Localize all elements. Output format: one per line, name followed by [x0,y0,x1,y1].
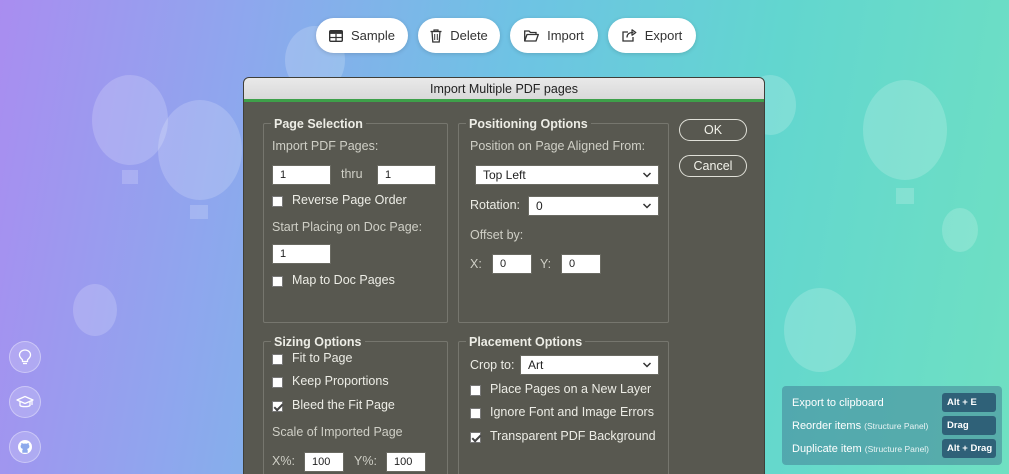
crop-to-label: Crop to: [470,358,515,372]
fit-to-page-label: Fit to Page [292,351,353,365]
transparent-bg-checkbox[interactable] [470,432,481,443]
map-doc-pages-checkbox[interactable] [272,276,283,287]
thru-label: thru [341,167,363,181]
ignore-errors-label: Ignore Font and Image Errors [490,405,654,419]
scale-x-label: X%: [272,454,295,468]
scale-x-input[interactable]: 100 [304,452,344,472]
sample-button[interactable]: Sample [316,18,408,53]
reverse-order-label: Reverse Page Order [292,193,407,207]
bleed-fit-page-label: Bleed the Fit Page [292,398,395,412]
sample-label: Sample [350,28,396,43]
offset-x-label: X: [470,257,482,271]
start-page-label: Start Placing on Doc Page: [272,220,423,234]
folder-open-icon [524,29,540,42]
offset-y-input[interactable]: 0 [561,254,601,274]
scale-label: Scale of Imported Page [272,425,403,439]
new-layer-checkbox[interactable] [470,385,481,396]
map-doc-pages-label: Map to Doc Pages [292,273,395,287]
rotation-select[interactable]: 0 [528,196,659,216]
new-layer-label: Place Pages on a New Layer [490,382,652,396]
tutorial-button[interactable] [9,386,41,418]
rotation-label: Rotation: [470,198,521,212]
tips-button[interactable] [9,341,41,373]
crop-select-value: Art [528,358,544,372]
transparent-bg-label: Transparent PDF Background [490,429,656,443]
import-pdf-dialog: Import Multiple PDF pages Page Selection… [243,77,765,474]
shortcuts-panel: Export to clipboard Alt + E Reorder item… [782,386,1002,465]
share-export-icon [622,29,637,42]
scale-y-input[interactable]: 100 [386,452,426,472]
shortcut-key: Alt + E [942,393,996,412]
shortcut-row: Reorder items (Structure Panel) Drag [792,414,996,437]
sizing-group: Sizing Options Fit to Page Keep Proporti… [263,335,448,474]
trash-icon [430,28,442,43]
table-icon [328,29,343,42]
cancel-button[interactable]: Cancel [679,155,747,177]
sizing-title: Sizing Options [271,335,365,349]
positioning-group: Positioning Options Position on Page Ali… [458,117,669,323]
rotation-select-value: 0 [536,199,543,213]
offset-y-label: Y: [540,257,552,271]
reverse-order-checkbox[interactable] [272,196,283,207]
page-selection-group: Page Selection Import PDF Pages: 1 thru … [263,117,448,323]
lightbulb-icon [18,349,32,365]
ok-button[interactable]: OK [679,119,747,141]
shortcut-key: Drag [942,416,996,435]
placement-title: Placement Options [466,335,586,349]
position-select-value: Top Left [483,168,526,182]
position-select[interactable]: Top Left [475,165,659,185]
shortcut-text: Duplicate item (Structure Panel) [792,442,930,455]
bleed-fit-page-checkbox[interactable] [272,401,283,412]
positioning-title: Positioning Options [466,117,591,131]
export-button[interactable]: Export [608,18,696,53]
from-page-input[interactable]: 1 [272,165,331,185]
chevron-down-icon [642,203,652,209]
dialog-title: Import Multiple PDF pages [244,78,764,102]
shortcut-text: Reorder items (Structure Panel) [792,419,929,432]
scale-y-label: Y%: [354,454,377,468]
fit-to-page-checkbox[interactable] [272,354,283,365]
page-selection-title: Page Selection [271,117,366,131]
keep-proportions-checkbox[interactable] [272,377,283,388]
import-button[interactable]: Import [510,18,598,53]
graduation-cap-icon [16,395,34,408]
chevron-down-icon [642,172,652,178]
start-page-input[interactable]: 1 [272,244,331,264]
shortcut-text: Export to clipboard [792,396,884,409]
chevron-down-icon [642,362,652,368]
offset-x-input[interactable]: 0 [492,254,532,274]
shortcut-row: Export to clipboard Alt + E [792,391,996,414]
shortcut-key: Alt + Drag [942,439,996,458]
placement-group: Placement Options Crop to: Art Place Pag… [458,335,669,474]
delete-label: Delete [450,28,488,43]
position-aligned-label: Position on Page Aligned From: [470,139,646,153]
offset-label: Offset by: [470,228,524,242]
top-toolbar: Sample Delete Import Export [316,18,696,53]
github-button[interactable] [9,431,41,463]
keep-proportions-label: Keep Proportions [292,374,389,388]
shortcut-row: Duplicate item (Structure Panel) Alt + D… [792,437,996,460]
to-page-input[interactable]: 1 [377,165,436,185]
github-icon [18,440,32,454]
import-pages-label: Import PDF Pages: [272,139,379,153]
import-label: Import [547,28,584,43]
export-label: Export [644,28,683,43]
ignore-errors-checkbox[interactable] [470,408,481,419]
delete-button[interactable]: Delete [418,18,500,53]
crop-select[interactable]: Art [520,355,659,375]
